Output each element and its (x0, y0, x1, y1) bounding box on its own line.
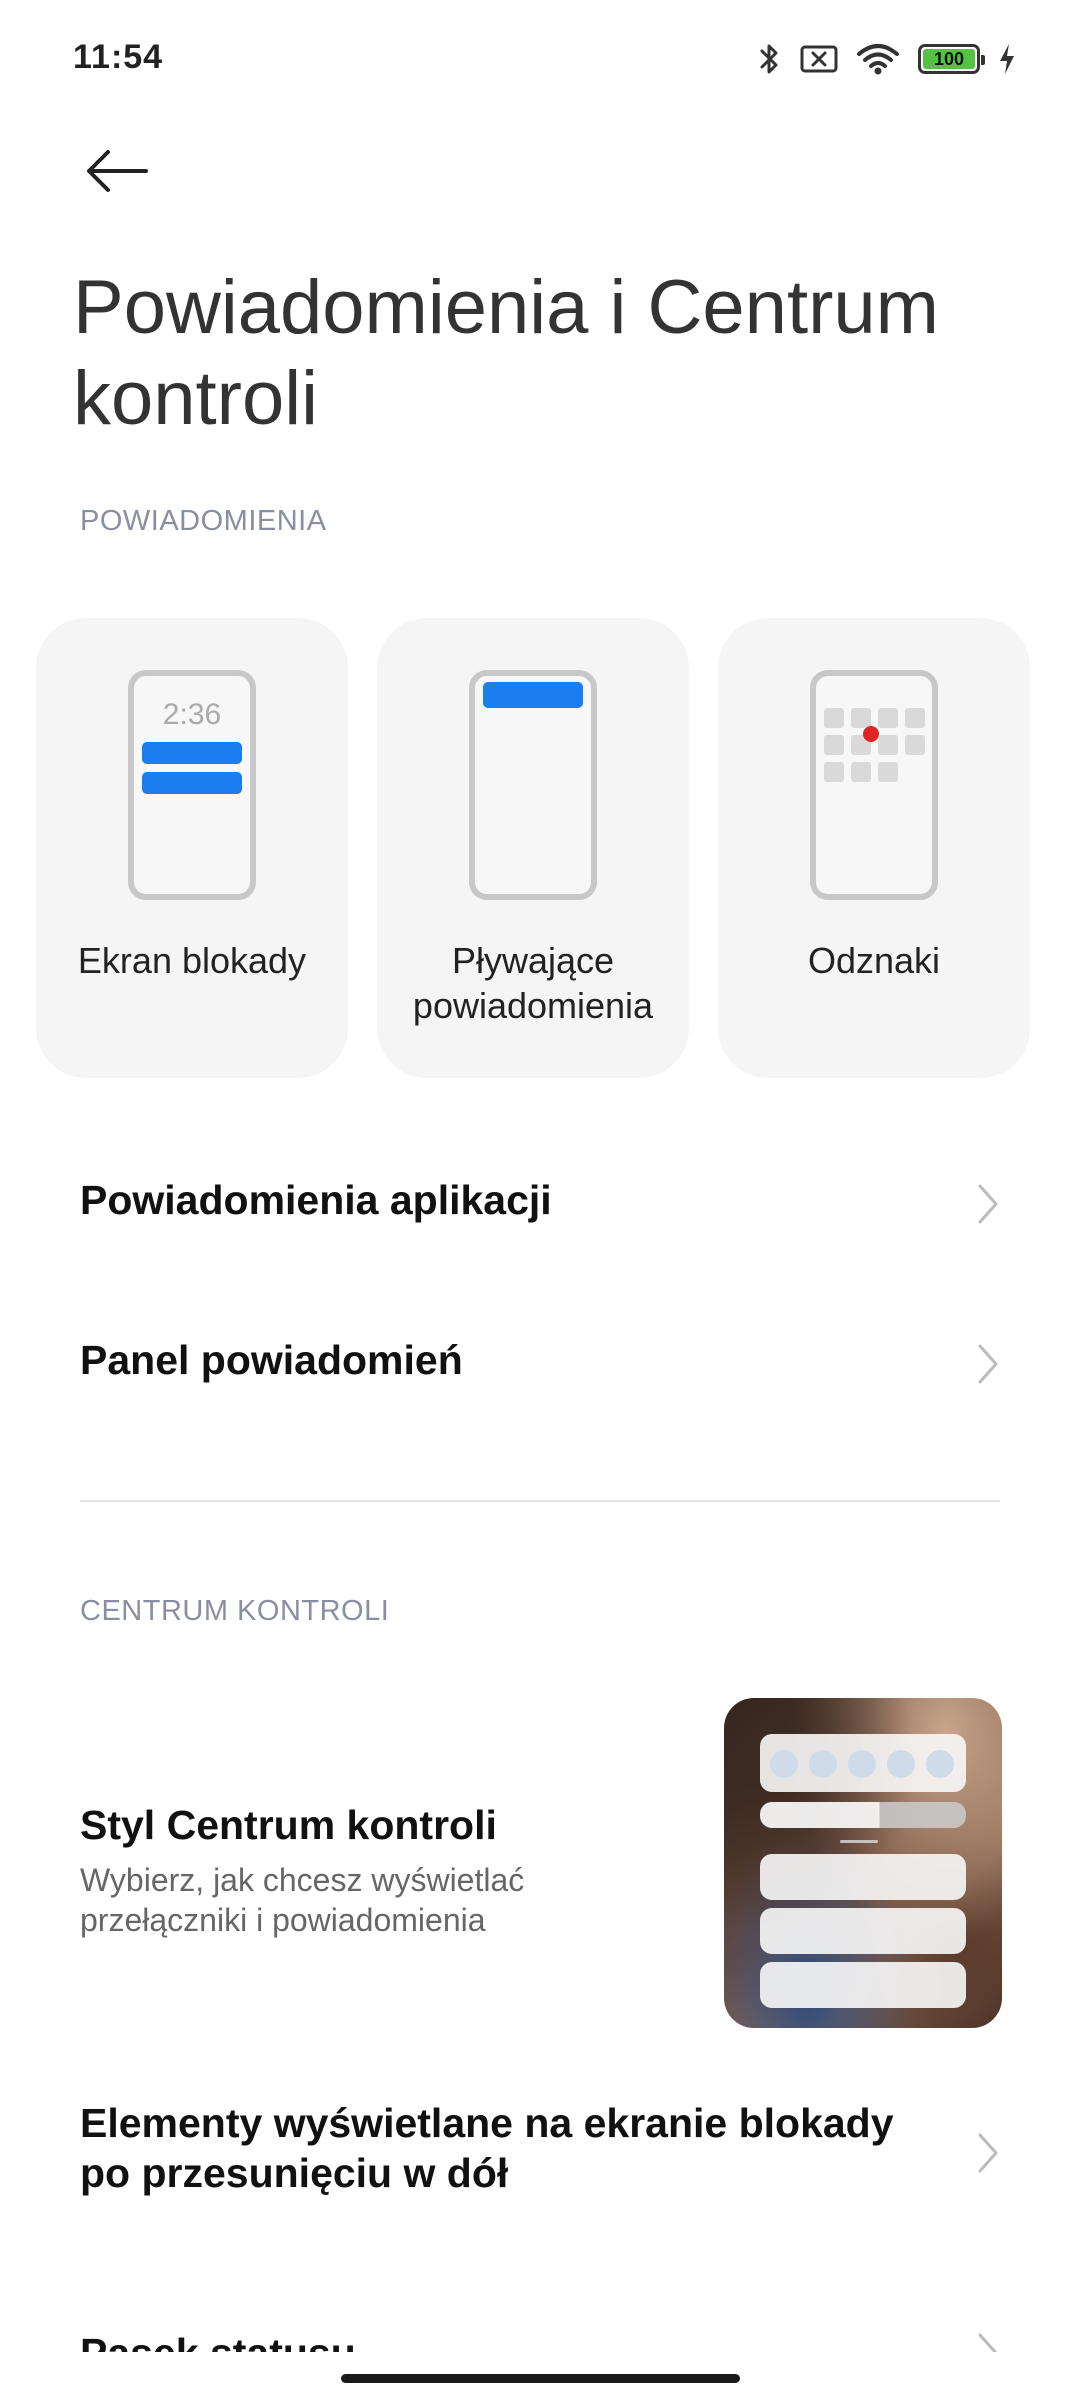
lock-screen-preview: 2:36 (128, 670, 256, 900)
preview-toggle-icon (770, 1750, 798, 1778)
back-arrow-icon (87, 150, 148, 192)
status-bar: 11:54 100 (0, 0, 1080, 120)
status-time: 11:54 (73, 38, 164, 76)
preview-toggles-panel (760, 1734, 966, 1792)
lock-preview-time: 2:36 (162, 698, 222, 731)
app-icon-placeholder (905, 735, 925, 755)
row-status-bar[interactable]: Pasek statusu (80, 2328, 1000, 2352)
card-floating-notifications[interactable]: Pływające powiadomienia (377, 618, 689, 1078)
badges-preview (810, 670, 938, 900)
notification-bar (142, 742, 242, 764)
app-icon-placeholder (824, 762, 844, 782)
no-sim-icon (800, 43, 838, 75)
chevron-right-icon (978, 1344, 998, 1384)
back-button[interactable] (80, 138, 154, 204)
section-divider (80, 1500, 1000, 1502)
preview-handle (840, 1840, 878, 1843)
card-badges[interactable]: Odznaki (718, 618, 1030, 1078)
bluetooth-icon (758, 41, 782, 77)
chevron-right-icon (978, 2133, 998, 2173)
row-title: Panel powiadomień (80, 1337, 463, 1383)
floating-notifications-preview (469, 670, 597, 900)
charging-icon (998, 42, 1016, 76)
section-header-control-center: CENTRUM KONTROLI (80, 1595, 390, 1627)
chevron-right-icon (978, 1184, 998, 1224)
preview-notification (760, 1908, 966, 1954)
app-icon-placeholder (824, 735, 844, 755)
badge-dot-icon (863, 726, 879, 742)
row-title: Styl Centrum kontroli (80, 1802, 497, 1848)
row-title: Pasek statusu (80, 2328, 1000, 2352)
home-indicator[interactable] (341, 2374, 740, 2383)
preview-toggle-icon (926, 1750, 954, 1778)
wifi-icon (856, 42, 900, 76)
app-icon-placeholder (878, 762, 898, 782)
battery-icon: 100 (918, 44, 985, 74)
section-header-notifications: POWIADOMIENIA (80, 505, 327, 537)
notification-bar (483, 682, 583, 708)
row-app-notifications[interactable]: Powiadomienia aplikacji (80, 1175, 1000, 1235)
app-icon-placeholder (878, 708, 898, 728)
app-icon-placeholder (878, 735, 898, 755)
preview-toggle-icon (848, 1750, 876, 1778)
preview-brightness-slider (760, 1802, 966, 1828)
status-icons: 100 (758, 38, 1016, 80)
card-label: Odznaki (807, 940, 941, 981)
row-notification-shade[interactable]: Panel powiadomień (80, 1335, 1000, 1395)
preview-notification (760, 1962, 966, 2008)
chevron-right-icon (978, 2333, 998, 2352)
page-title: Powiadomienia i Centrum kontroli (73, 265, 939, 441)
clipped-row-container: Pasek statusu (0, 2270, 1080, 2352)
control-center-style-preview[interactable] (724, 1698, 1002, 2028)
app-icon-placeholder (905, 708, 925, 728)
preview-toggle-icon (887, 1750, 915, 1778)
app-icon-placeholder (851, 708, 871, 728)
battery-level: 100 (923, 49, 975, 69)
preview-toggle-icon (809, 1750, 837, 1778)
preview-notification (760, 1854, 966, 1900)
card-label: Ekran blokady (77, 940, 307, 981)
card-lock-screen[interactable]: 2:36 Ekran blokady (36, 618, 348, 1078)
row-lock-screen-pulldown[interactable]: Elementy wyświetlane na ekranie blokady … (80, 2098, 1000, 2208)
row-title: Elementy wyświetlane na ekranie blokady … (80, 2100, 894, 2196)
row-title: Powiadomienia aplikacji (80, 1177, 552, 1223)
app-icon-placeholder (824, 708, 844, 728)
row-control-center-style[interactable]: Styl Centrum kontroli Wybierz, jak chces… (80, 1800, 700, 1940)
row-subtitle: Wybierz, jak chcesz wyświetlać przełączn… (80, 1862, 525, 1938)
notification-style-cards: 2:36 Ekran blokady Pływające powiadomien… (36, 618, 1048, 1078)
app-icon-placeholder (851, 762, 871, 782)
notification-bar (142, 772, 242, 794)
card-label: Pływające powiadomienia (412, 940, 654, 1026)
